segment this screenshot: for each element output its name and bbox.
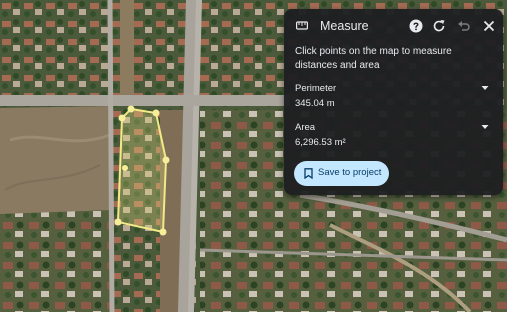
close-button[interactable] <box>481 18 497 34</box>
measure-panel: Measure Click points on the map to measu… <box>284 9 503 195</box>
instruction-text: Click points on the map to measure dista… <box>295 46 452 71</box>
vertex-handle <box>114 218 122 226</box>
perimeter-section[interactable]: Perimeter 345.04 m <box>295 83 495 109</box>
vertex-handle <box>152 109 160 117</box>
vertex-handle <box>162 156 170 164</box>
area-label: Area <box>295 122 316 133</box>
panel-header: Measure <box>284 9 503 43</box>
save-to-project-button[interactable]: Save to project <box>294 161 389 186</box>
perimeter-value: 345.04 m <box>295 98 335 109</box>
chevron-down-icon[interactable] <box>481 124 489 130</box>
ruler-icon <box>296 21 308 30</box>
save-button-label: Save to project <box>318 167 382 178</box>
help-button[interactable] <box>408 18 424 34</box>
perimeter-label: Perimeter <box>295 83 337 94</box>
close-icon <box>483 20 495 32</box>
refresh-button[interactable] <box>431 18 447 34</box>
undo-icon <box>458 21 470 31</box>
panel-title: Measure <box>320 19 369 33</box>
area-value: 6,296.53 m² <box>295 137 346 148</box>
undo-button[interactable] <box>456 18 472 34</box>
vertex-handle <box>159 228 167 236</box>
vertex-handle <box>118 114 126 122</box>
vertex-handle <box>127 105 135 113</box>
bookmark-icon <box>304 168 313 179</box>
chevron-down-icon[interactable] <box>481 85 489 91</box>
help-icon <box>409 19 423 33</box>
area-section[interactable]: Area 6,296.53 m² <box>295 122 495 148</box>
refresh-icon <box>433 20 445 32</box>
vertex-handle <box>122 165 128 171</box>
